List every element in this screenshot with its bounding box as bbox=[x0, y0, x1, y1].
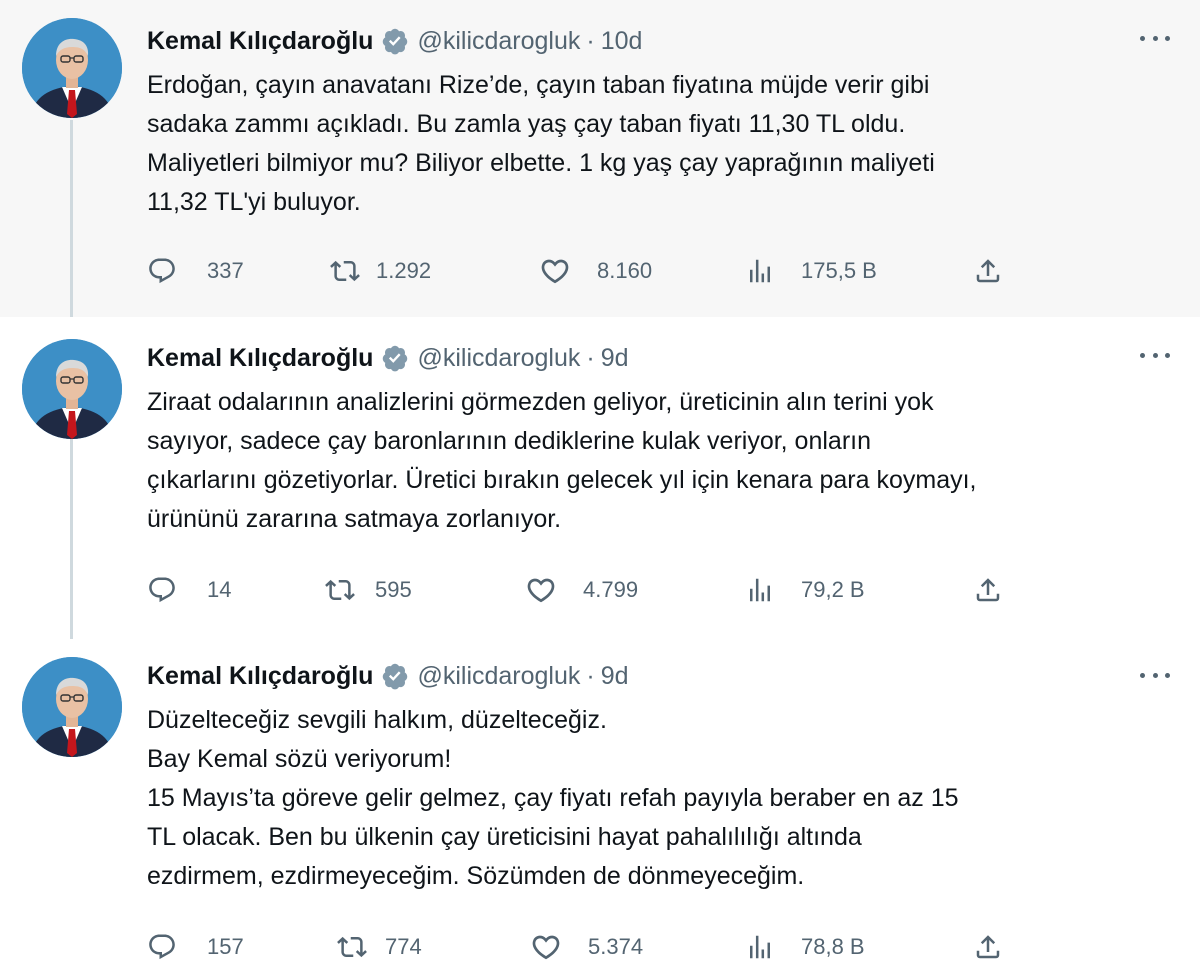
separator-dot: · bbox=[586, 26, 595, 55]
retweet-button[interactable]: 1.292 bbox=[330, 254, 431, 288]
author-handle[interactable]: @kilicdarogluk bbox=[417, 27, 580, 56]
tweet[interactable]: Kemal Kılıçdaroğlu @kilicdarogluk · 9d Z… bbox=[0, 317, 1200, 639]
tweet-text: Düzelteceğiz sevgili halkım, düzelteceği… bbox=[147, 701, 1167, 896]
avatar[interactable] bbox=[22, 339, 122, 439]
tweet-text-line: çıkarlarını gözetiyorlar. Üretici bırakı… bbox=[147, 466, 977, 494]
tweet-text-line: Erdoğan, çayın anavatanı Rize’de, çayın … bbox=[147, 71, 930, 99]
reply-count: 337 bbox=[207, 258, 244, 283]
retweet-icon bbox=[337, 936, 367, 958]
like-count: 5.374 bbox=[588, 934, 644, 959]
like-count: 4.799 bbox=[583, 577, 639, 602]
reply-button[interactable]: 157 bbox=[147, 930, 244, 964]
heart-icon bbox=[541, 259, 569, 284]
share-button[interactable] bbox=[973, 254, 1003, 288]
tweet-text-line: TL olacak. Ben bu ülkenin çay üreticisin… bbox=[147, 823, 862, 851]
tweet-text-line: ürününü zararına satmaya zorlanıyor. bbox=[147, 505, 562, 533]
tweet-text-line: Maliyetleri bilmiyor mu? Biliyor elbette… bbox=[147, 149, 935, 177]
share-button[interactable] bbox=[973, 573, 1003, 607]
retweet-button[interactable]: 595 bbox=[325, 573, 412, 607]
views-count: 79,2 B bbox=[801, 577, 865, 602]
views-chart-icon bbox=[750, 259, 770, 283]
retweet-button[interactable]: 774 bbox=[337, 930, 422, 964]
retweet-icon bbox=[330, 260, 360, 282]
verified-badge-icon bbox=[381, 344, 409, 372]
thread-connector-line bbox=[70, 120, 73, 317]
tweet-text: Erdoğan, çayın anavatanı Rize’de, çayın … bbox=[147, 66, 1167, 222]
share-button[interactable] bbox=[973, 930, 1003, 964]
views-button[interactable]: 175,5 B bbox=[745, 254, 877, 288]
tweet-header: Kemal Kılıçdaroğlu @kilicdarogluk · 9d bbox=[147, 659, 629, 693]
reply-count: 14 bbox=[207, 577, 232, 602]
views-count: 78,8 B bbox=[801, 934, 865, 959]
author-handle[interactable]: @kilicdarogluk bbox=[417, 662, 580, 691]
tweet-header: Kemal Kılıçdaroğlu @kilicdarogluk · 9d bbox=[147, 341, 629, 375]
reply-icon bbox=[149, 258, 175, 284]
tweet-text-line: Ziraat odalarının analizlerini görmezden… bbox=[147, 388, 934, 416]
like-button[interactable]: 5.374 bbox=[530, 930, 643, 964]
tweet-timestamp[interactable]: 10d bbox=[601, 27, 643, 56]
tweet-text-line: ezdirmem, ezdirmeyeceğim. Sözümden de dö… bbox=[147, 862, 805, 890]
tweet-thread: Kemal Kılıçdaroğlu @kilicdarogluk · 10d … bbox=[0, 0, 1200, 980]
tweet-timestamp[interactable]: 9d bbox=[601, 344, 629, 373]
tweet-actions: 337 1.292 8.160 175,5 B bbox=[147, 254, 1047, 288]
heart-icon bbox=[527, 578, 555, 603]
views-chart-icon bbox=[750, 935, 770, 959]
retweet-icon bbox=[325, 579, 355, 601]
tweet-timestamp[interactable]: 9d bbox=[601, 662, 629, 691]
tweet-text-line: 15 Mayıs’ta göreve gelir gelmez, çay fiy… bbox=[147, 784, 959, 812]
views-chart-icon bbox=[750, 578, 770, 602]
avatar[interactable] bbox=[22, 18, 122, 118]
author-handle[interactable]: @kilicdarogluk bbox=[417, 344, 580, 373]
verified-badge-icon bbox=[381, 27, 409, 55]
views-count: 175,5 B bbox=[801, 258, 877, 283]
heart-icon bbox=[532, 935, 560, 960]
tweet-actions: 157 774 5.374 78,8 B bbox=[147, 930, 1047, 964]
share-icon bbox=[976, 578, 1000, 602]
like-button[interactable]: 4.799 bbox=[525, 573, 638, 607]
tweet-text-line: Bay Kemal sözü veriyorum! bbox=[147, 745, 452, 773]
views-button[interactable]: 79,2 B bbox=[745, 573, 865, 607]
tweet-header: Kemal Kılıçdaroğlu @kilicdarogluk · 10d bbox=[147, 24, 642, 58]
views-button[interactable]: 78,8 B bbox=[745, 930, 865, 964]
thread-connector-line bbox=[70, 439, 73, 639]
separator-dot: · bbox=[586, 343, 595, 372]
retweet-count: 774 bbox=[385, 934, 422, 959]
retweet-count: 1.292 bbox=[376, 258, 432, 283]
author-name[interactable]: Kemal Kılıçdaroğlu bbox=[147, 662, 373, 691]
tweet-text: Ziraat odalarının analizlerini görmezden… bbox=[147, 383, 1167, 539]
share-icon bbox=[976, 935, 1000, 959]
more-options-icon[interactable] bbox=[1140, 343, 1170, 367]
avatar[interactable] bbox=[22, 657, 122, 757]
author-name[interactable]: Kemal Kılıçdaroğlu bbox=[147, 27, 373, 56]
like-count: 8.160 bbox=[597, 258, 653, 283]
tweet-text-line: sayıyor, sadece çay baronlarının dedikle… bbox=[147, 427, 871, 455]
separator-dot: · bbox=[586, 661, 595, 690]
share-icon bbox=[976, 259, 1000, 283]
tweet-text-line: sadaka zammı açıkladı. Bu zamla yaş çay … bbox=[147, 110, 906, 138]
reply-button[interactable]: 14 bbox=[147, 573, 231, 607]
tweet-text-line: 11,32 TL'yi buluyor. bbox=[147, 188, 361, 216]
tweet-text-line: Düzelteceğiz sevgili halkım, düzelteceği… bbox=[147, 706, 607, 734]
reply-count: 157 bbox=[207, 934, 244, 959]
retweet-count: 595 bbox=[375, 577, 412, 602]
more-options-icon[interactable] bbox=[1140, 663, 1170, 687]
reply-icon bbox=[149, 577, 175, 603]
tweet-actions: 14 595 4.799 79,2 B bbox=[147, 573, 1047, 607]
author-name[interactable]: Kemal Kılıçdaroğlu bbox=[147, 344, 373, 373]
more-options-icon[interactable] bbox=[1140, 26, 1170, 50]
verified-badge-icon bbox=[381, 662, 409, 690]
like-button[interactable]: 8.160 bbox=[539, 254, 652, 288]
reply-icon bbox=[149, 934, 175, 960]
reply-button[interactable]: 337 bbox=[147, 254, 244, 288]
tweet[interactable]: Kemal Kılıçdaroğlu @kilicdarogluk · 10d … bbox=[0, 0, 1200, 317]
tweet[interactable]: Kemal Kılıçdaroğlu @kilicdarogluk · 9d D… bbox=[0, 639, 1200, 980]
